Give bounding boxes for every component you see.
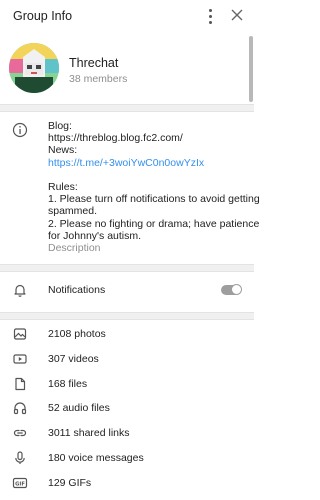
- close-icon[interactable]: [229, 7, 245, 23]
- media-row-headphones[interactable]: 52 audio files: [0, 396, 254, 421]
- header-bar: Group Info: [0, 0, 254, 34]
- description-line: https://threblog.blog.fc2.com/: [48, 132, 183, 145]
- group-name: Threchat: [69, 56, 119, 70]
- media-row-label: 52 audio files: [48, 402, 110, 415]
- description-link[interactable]: https://t.me/+3woiYwC0n0owYzIx: [48, 157, 248, 169]
- media-row-gif[interactable]: GIF 129 GIFs: [0, 471, 254, 496]
- description-line: 2. Please no fighting or drama; have pat…: [48, 217, 260, 230]
- description-blank-line: [48, 169, 248, 181]
- media-row-photo[interactable]: 2108 photos: [0, 322, 254, 347]
- description-line: Rules:: [48, 181, 78, 193]
- notifications-row[interactable]: Notifications: [0, 273, 254, 307]
- file-icon: [12, 376, 28, 392]
- info-icon: [12, 122, 28, 138]
- media-row-video[interactable]: 307 videos: [0, 347, 254, 372]
- member-count: 38 members: [69, 73, 128, 85]
- description-line: for Johnny's autism.: [48, 229, 142, 242]
- media-row-label: 129 GIFs: [48, 476, 92, 489]
- notifications-label: Notifications: [48, 284, 106, 296]
- page-title: Group Info: [13, 9, 73, 23]
- description-line: 1. Please turn off notifications to avoi…: [48, 193, 260, 206]
- shared-media-list: 2108 photos 307 videos 168 files 52 audio f…: [0, 322, 254, 496]
- photo-icon: [12, 326, 28, 342]
- divider: [0, 104, 254, 112]
- media-row-microphone[interactable]: 180 voice messages: [0, 446, 254, 471]
- video-icon: [12, 351, 28, 367]
- notifications-toggle[interactable]: [221, 284, 242, 295]
- description-line: News:: [48, 144, 78, 157]
- microphone-icon: [12, 450, 28, 466]
- svg-text:GIF: GIF: [15, 481, 25, 487]
- bell-icon: [12, 282, 28, 298]
- description-text[interactable]: Blog: https://threblog.blog.fc2.com/News:…: [48, 120, 260, 255]
- media-row-label: 2108 photos: [48, 328, 106, 340]
- divider: [0, 264, 254, 272]
- group-profile: Threchat 38 members: [0, 34, 254, 104]
- media-row-label: 168 files: [48, 377, 88, 390]
- gif-icon: GIF: [12, 475, 28, 491]
- media-row-file[interactable]: 168 files: [0, 372, 254, 397]
- media-row-link[interactable]: 3011 shared links: [0, 421, 254, 446]
- media-row-label: 180 voice messages: [48, 451, 144, 464]
- media-row-label: 307 videos: [48, 352, 99, 365]
- description-line: Blog:: [48, 120, 72, 132]
- toggle-knob: [231, 284, 242, 295]
- description-label: Description: [48, 242, 101, 255]
- headphones-icon: [12, 400, 28, 416]
- avatar[interactable]: [9, 43, 59, 93]
- media-row-label: 3011 shared links: [48, 427, 130, 440]
- more-options-icon[interactable]: [202, 6, 218, 26]
- description-line: spammed.: [48, 205, 98, 218]
- link-icon: [12, 425, 28, 441]
- group-description: Blog: https://threblog.blog.fc2.com/News:…: [0, 112, 260, 264]
- divider: [0, 312, 254, 320]
